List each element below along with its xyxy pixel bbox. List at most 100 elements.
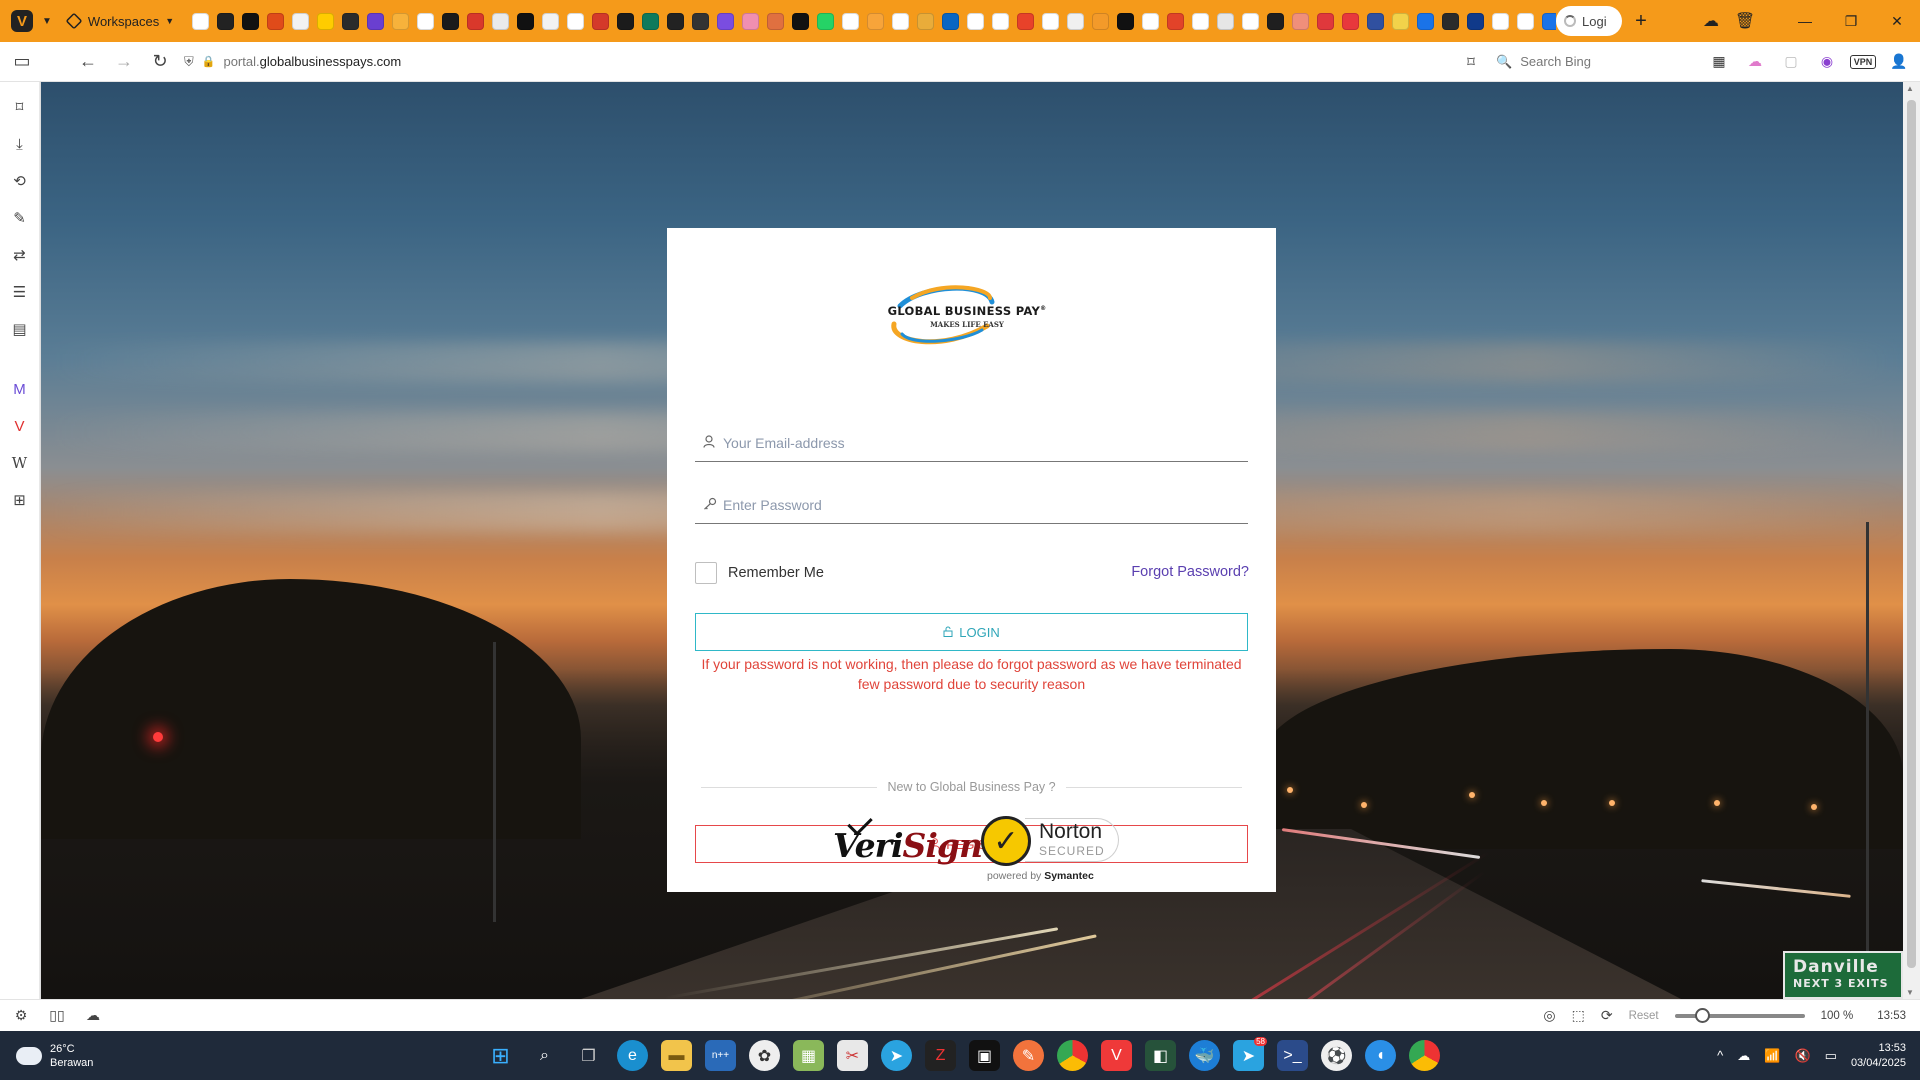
remember-me-checkbox[interactable] — [695, 562, 717, 584]
panel-toggle-icon[interactable]: ▭ — [4, 47, 40, 77]
history-panel-icon[interactable]: ⟲ — [8, 170, 32, 192]
bookmark-page-icon[interactable]: ⌑ — [1456, 53, 1486, 71]
menu-chevron-down-icon[interactable]: ▼ — [42, 16, 52, 27]
pinned-tab-favicon-icon[interactable] — [1367, 12, 1385, 30]
pinned-tab-favicon-icon[interactable] — [1117, 12, 1135, 30]
pinned-tab-favicon-icon[interactable] — [642, 12, 660, 30]
battery-icon[interactable]: ▭ — [1825, 1048, 1837, 1064]
pinned-tab-favicon-icon[interactable] — [1042, 12, 1060, 30]
notepad-app-icon[interactable]: n++ — [705, 1040, 736, 1071]
scroll-down-icon[interactable]: ▼ — [1906, 988, 1914, 997]
pinned-tab-favicon-icon[interactable] — [1392, 12, 1410, 30]
minimize-button[interactable]: — — [1782, 0, 1828, 42]
app-icon-terminal[interactable]: ▣ — [969, 1040, 1000, 1071]
pinned-tab-favicon-icon[interactable] — [592, 12, 610, 30]
pinned-tab-favicon-icon[interactable] — [1067, 12, 1085, 30]
pinned-tab-favicon-icon[interactable] — [392, 12, 410, 30]
pinned-tab-favicon-icon[interactable] — [1017, 12, 1035, 30]
chrome-profile-app-icon[interactable] — [1409, 1040, 1440, 1071]
zoom-slider[interactable] — [1674, 1007, 1805, 1023]
password-input[interactable] — [721, 489, 1248, 520]
telegram-app-icon[interactable]: ➤ — [881, 1040, 912, 1071]
pinned-tab-favicon-icon[interactable] — [1417, 12, 1435, 30]
active-tab[interactable]: Logi — [1556, 6, 1622, 36]
search-field[interactable]: 🔍 Search Bing — [1486, 48, 1686, 76]
pinned-tab-favicon-icon[interactable] — [992, 12, 1010, 30]
pinned-tab-favicon-icon[interactable] — [1192, 12, 1210, 30]
chrome-app-icon[interactable] — [1057, 1040, 1088, 1071]
start-button[interactable]: ⊞ — [485, 1040, 516, 1071]
pinned-tab-favicon-icon[interactable] — [867, 12, 885, 30]
pinned-tab-favicon-icon[interactable] — [892, 12, 910, 30]
pinned-tab-favicon-icon[interactable] — [1542, 12, 1556, 30]
pinned-tab-favicon-icon[interactable] — [317, 12, 335, 30]
onedrive-tray-icon[interactable]: ☁ — [1737, 1048, 1750, 1064]
restore-button[interactable]: ❐ — [1828, 0, 1874, 42]
page-actions-icon[interactable]: ⟳ — [1601, 1007, 1613, 1024]
downloads-panel-icon[interactable]: ⤓ — [8, 133, 32, 155]
pinned-tab-favicon-icon[interactable] — [1467, 12, 1485, 30]
pinned-tab-favicon-icon[interactable] — [242, 12, 260, 30]
forward-button[interactable]: → — [106, 47, 142, 77]
pinned-tab-favicon-icon[interactable] — [1342, 12, 1360, 30]
add-web-panel-icon[interactable]: ⊞ — [8, 489, 32, 511]
volume-muted-icon[interactable]: 🔇 — [1794, 1048, 1810, 1064]
bookmarks-panel-icon[interactable]: ⌑ — [8, 96, 32, 118]
vivaldi-app-icon[interactable]: V — [1101, 1040, 1132, 1071]
mastodon-panel-icon[interactable]: M — [8, 378, 32, 400]
pinned-tab-favicon-icon[interactable] — [1267, 12, 1285, 30]
vivaldi-menu-button[interactable]: V — [6, 5, 38, 37]
calendar-extension-icon[interactable]: ▦ — [1706, 49, 1732, 75]
lock-icon[interactable]: 🔒 — [202, 55, 216, 68]
color-extension-icon[interactable]: ◉ — [1814, 49, 1840, 75]
forgot-password-link[interactable]: Forgot Password? — [1131, 564, 1249, 580]
app-icon-green[interactable]: ◧ — [1145, 1040, 1176, 1071]
pinned-tab-favicon-icon[interactable] — [692, 12, 710, 30]
pinned-tab-favicon-icon[interactable] — [1292, 12, 1310, 30]
pinned-tab-favicon-icon[interactable] — [517, 12, 535, 30]
reload-button[interactable]: ↻ — [142, 47, 178, 77]
page-tiling-icon[interactable]: ⬚ — [1572, 1007, 1585, 1024]
new-tab-button[interactable]: + — [1628, 10, 1654, 33]
pinned-tab-favicon-icon[interactable] — [367, 12, 385, 30]
pinned-tab-favicon-icon[interactable] — [1492, 12, 1510, 30]
pinned-tab-favicon-icon[interactable] — [842, 12, 860, 30]
pinned-tab-favicon-icon[interactable] — [942, 12, 960, 30]
sync-status-cloud-icon[interactable]: ☁ — [84, 1007, 102, 1024]
app-icon-football[interactable]: ⚽ — [1321, 1040, 1352, 1071]
capture-icon[interactable]: ◎ — [1543, 1007, 1555, 1024]
weather-extension-icon[interactable]: ☁ — [1742, 49, 1768, 75]
pinned-tab-favicon-icon[interactable] — [817, 12, 835, 30]
pinned-tab-favicon-icon[interactable] — [217, 12, 235, 30]
app-icon-postman[interactable]: ✎ — [1013, 1040, 1044, 1071]
tile-tabs-icon[interactable]: ▯▯ — [48, 1007, 66, 1024]
pinned-tab-favicon-icon[interactable] — [292, 12, 310, 30]
snipping-tool-icon[interactable]: ✂ — [837, 1040, 868, 1071]
notes-panel-icon[interactable]: ✎ — [8, 207, 32, 229]
task-view-icon[interactable]: ❐ — [573, 1040, 604, 1071]
pinned-tab-favicon-icon[interactable] — [567, 12, 585, 30]
pinned-tab-favicon-icon[interactable] — [917, 12, 935, 30]
extension-placeholder-icon[interactable]: ▢ — [1778, 49, 1804, 75]
trash-icon[interactable]: 🗑 — [1728, 6, 1762, 36]
pinned-tab-favicon-icon[interactable] — [1092, 12, 1110, 30]
app-icon-bird[interactable]: ◖ — [1365, 1040, 1396, 1071]
settings-gear-icon[interactable]: ⚙ — [12, 1007, 30, 1024]
pinned-tab-favicon-icon[interactable] — [617, 12, 635, 30]
pinned-tab-favicon-icon[interactable] — [442, 12, 460, 30]
scrollbar-thumb[interactable] — [1907, 100, 1916, 968]
app-icon-spreadsheet[interactable]: ▦ — [793, 1040, 824, 1071]
pinned-tab-favicon-icon[interactable] — [342, 12, 360, 30]
pinned-tab-favicon-icon[interactable] — [1167, 12, 1185, 30]
pinned-tab-favicon-icon[interactable] — [542, 12, 560, 30]
wikipedia-panel-icon[interactable]: W — [8, 452, 32, 474]
pinned-tab-favicon-icon[interactable] — [267, 12, 285, 30]
translate-panel-icon[interactable]: ⇄ — [8, 244, 32, 266]
pinned-tab-favicon-icon[interactable] — [192, 12, 210, 30]
telegram-desktop-icon[interactable]: ➤ 58 — [1233, 1037, 1267, 1071]
pinned-tab-favicon-icon[interactable] — [1517, 12, 1535, 30]
wifi-icon[interactable]: 📶 — [1764, 1048, 1780, 1064]
zoom-slider-knob[interactable] — [1694, 1007, 1710, 1023]
app-icon-globe[interactable]: ✿ — [749, 1040, 780, 1071]
pinned-tab-favicon-icon[interactable] — [1317, 12, 1335, 30]
